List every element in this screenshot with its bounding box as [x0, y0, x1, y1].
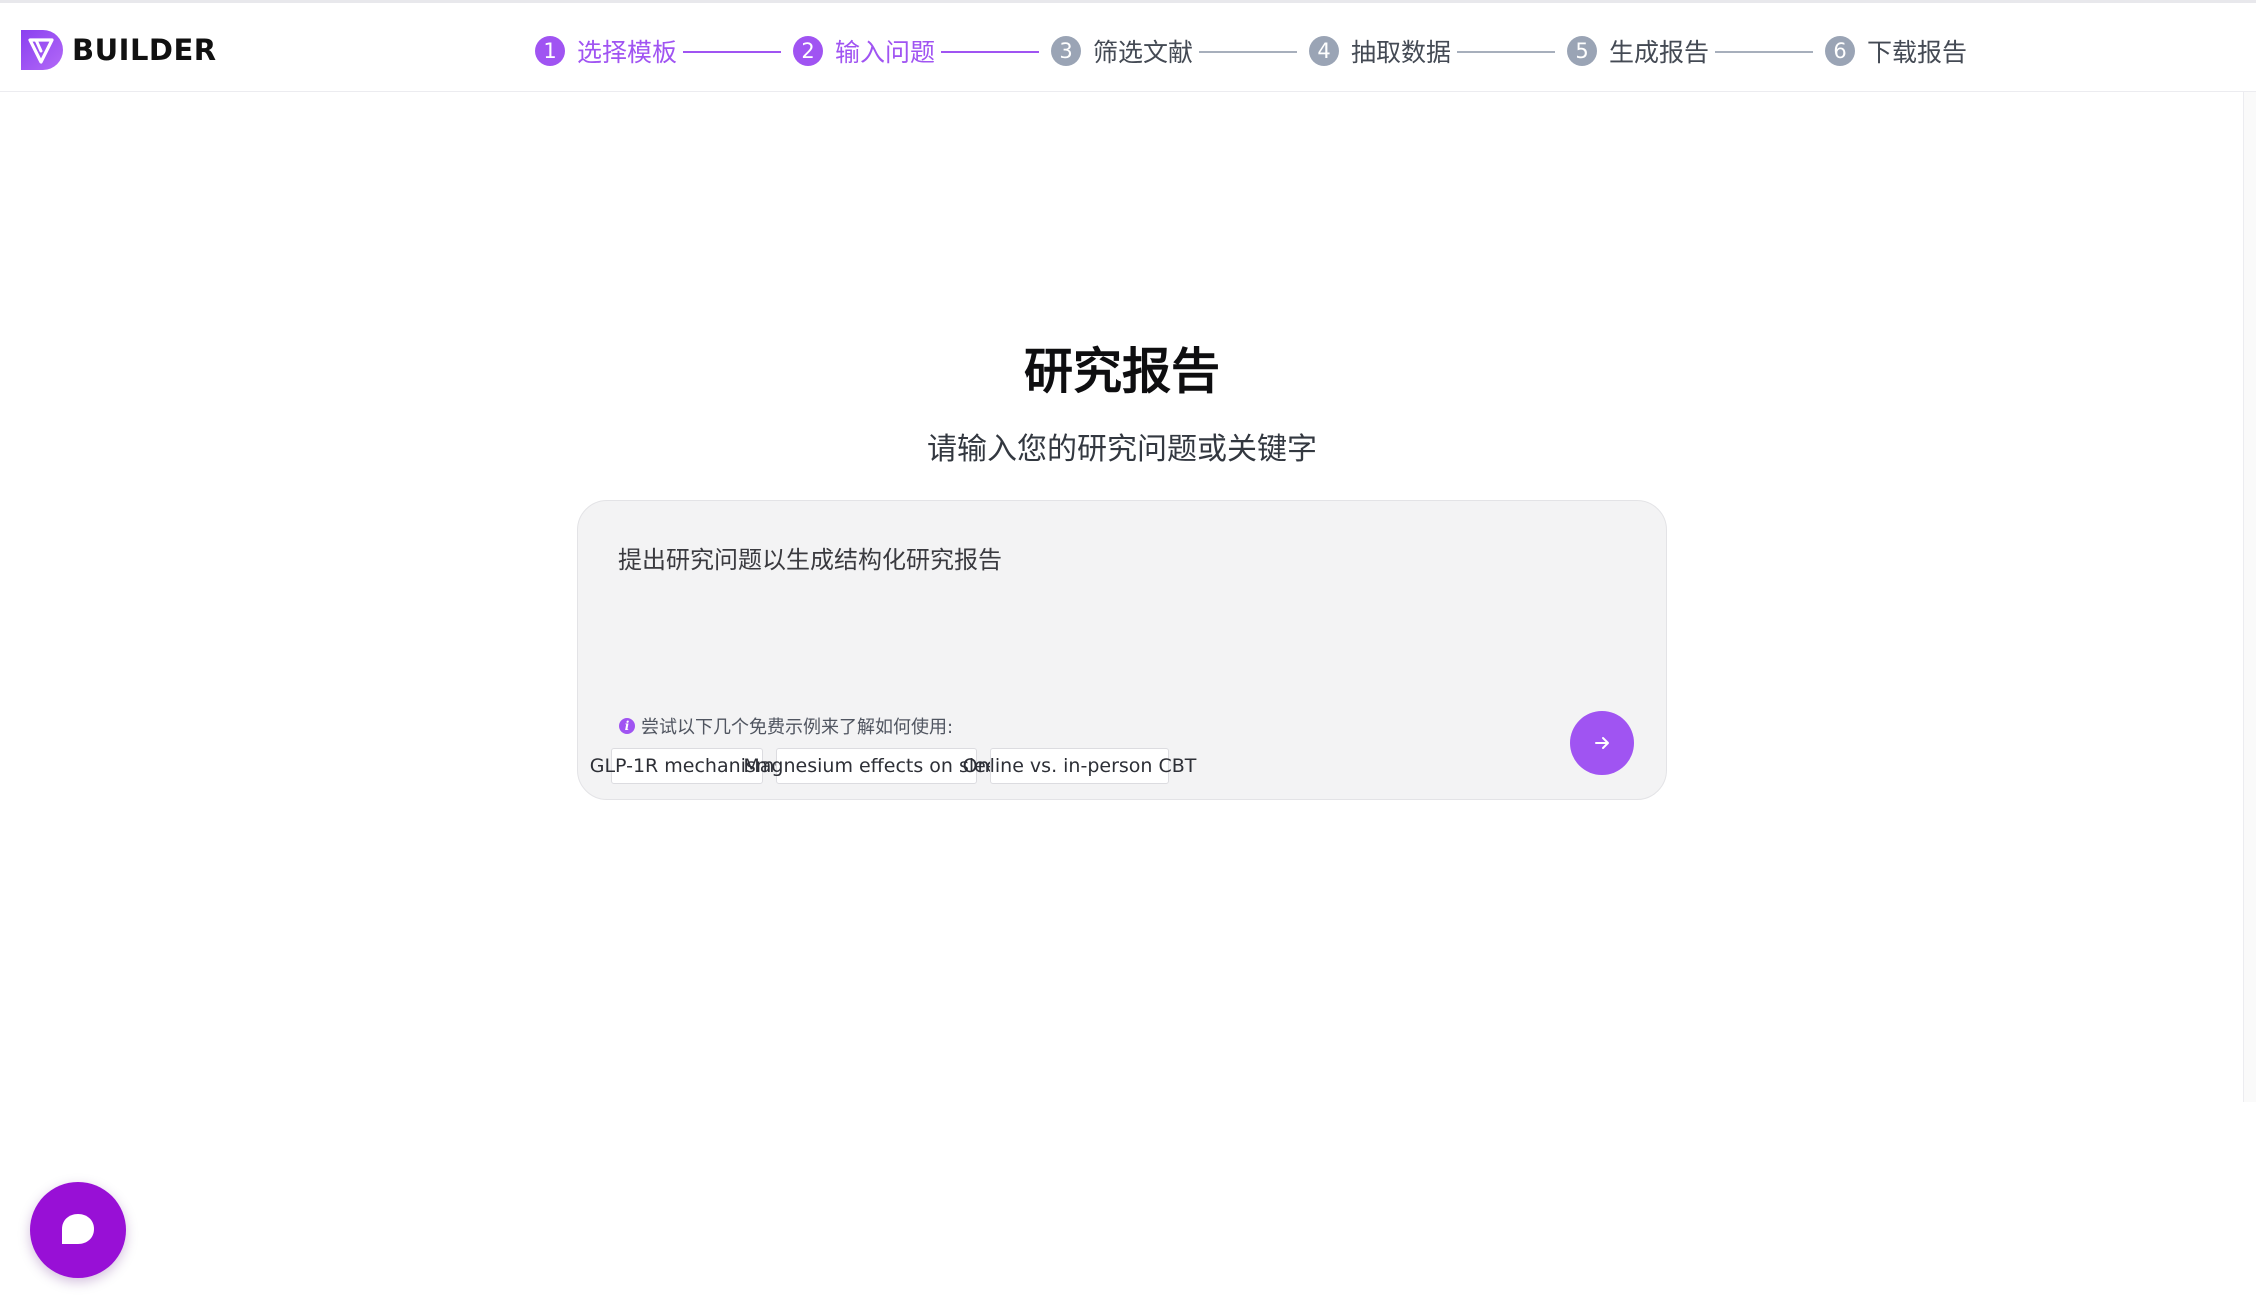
example-chip-glp1r[interactable]: GLP-1R mechanisms	[590, 748, 784, 784]
step-select-template[interactable]: 1 选择模板	[535, 32, 677, 70]
builder-logo[interactable]: BUILDER	[17, 25, 217, 75]
step-generate-report[interactable]: 5 生成报告	[1567, 32, 1709, 70]
page-subtitle: 请输入您的研究问题或关键字	[927, 432, 1317, 467]
logo-text: BUILDER	[72, 33, 217, 67]
step-number: 4	[1309, 36, 1339, 66]
submit-question-button[interactable]	[1570, 711, 1634, 775]
research-question-input[interactable]	[618, 543, 1578, 653]
top-navigation-bar: BUILDER 1 选择模板 2 输入问题 3 筛选文献 4 抽取数据 5 生成…	[0, 0, 2256, 92]
step-number: 2	[793, 36, 823, 66]
example-chip-magnesium-sleep[interactable]: Magnesium effects on sleep	[743, 748, 1010, 784]
step-label: 抽取数据	[1351, 38, 1452, 67]
example-chip-online-cbt[interactable]: Online vs. in-person CBT	[963, 748, 1196, 784]
arrow-right-icon	[1595, 737, 1609, 749]
step-number: 3	[1051, 36, 1081, 66]
logo-mark-icon	[21, 30, 63, 70]
examples-hint: i 尝试以下几个免费示例来了解如何使用:	[619, 713, 953, 739]
question-card: i 尝试以下几个免费示例来了解如何使用: GLP-1R mechanisms M…	[577, 500, 1667, 800]
step-connector	[683, 51, 781, 53]
info-icon: i	[619, 718, 635, 734]
step-connector	[941, 51, 1039, 53]
step-extract-data[interactable]: 4 抽取数据	[1309, 32, 1451, 70]
step-number: 1	[535, 36, 565, 66]
step-label: 筛选文献	[1093, 38, 1194, 67]
chat-bubble-icon	[62, 1214, 94, 1244]
step-screen-literature[interactable]: 3 筛选文献	[1051, 32, 1193, 70]
step-enter-question[interactable]: 2 输入问题	[793, 32, 935, 70]
step-label: 生成报告	[1609, 38, 1710, 67]
step-connector	[1199, 51, 1297, 53]
step-connector	[1715, 51, 1813, 53]
step-download-report[interactable]: 6 下载报告	[1825, 32, 1967, 70]
vertical-scrollbar[interactable]	[2243, 92, 2256, 1102]
step-label: 下载报告	[1867, 38, 1968, 67]
step-number: 6	[1825, 36, 1855, 66]
examples-hint-text: 尝试以下几个免费示例来了解如何使用:	[641, 717, 954, 738]
step-number: 5	[1567, 36, 1597, 66]
step-connector	[1457, 51, 1555, 53]
chat-launcher-button[interactable]	[30, 1182, 126, 1278]
step-label: 选择模板	[577, 38, 678, 67]
step-label: 输入问题	[835, 38, 936, 67]
page-title: 研究报告	[1023, 343, 1220, 400]
